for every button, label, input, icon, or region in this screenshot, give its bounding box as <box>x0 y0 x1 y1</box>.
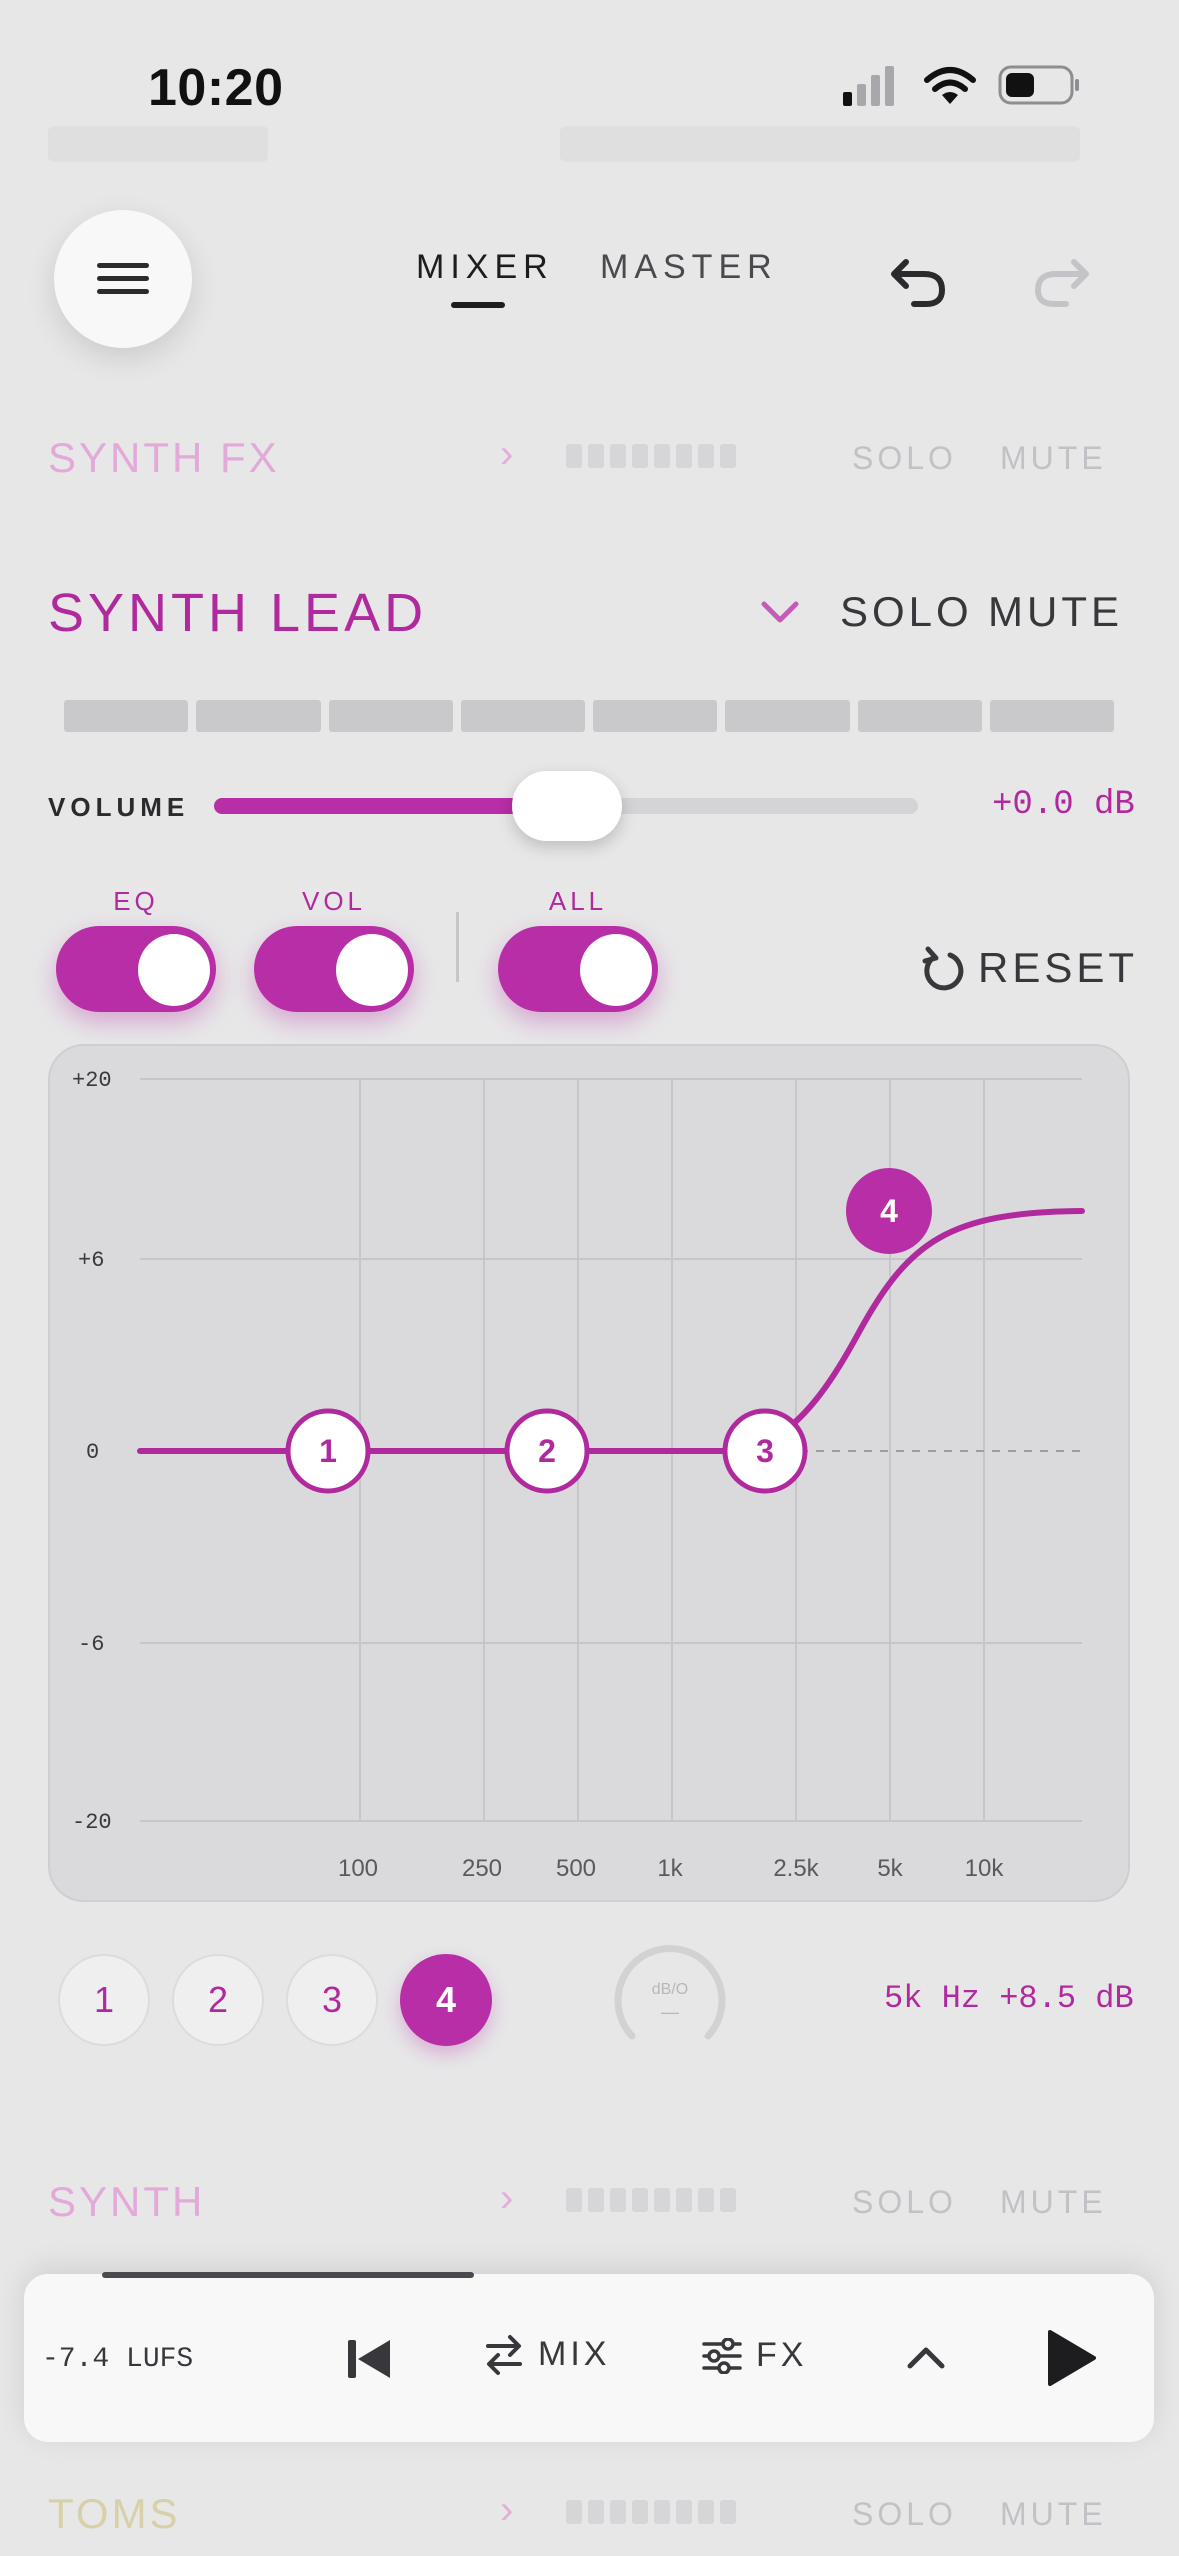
toggle-knob <box>580 934 652 1006</box>
x-tick-label: 100 <box>338 1855 378 1882</box>
divider <box>456 912 459 982</box>
mix-label: MIX <box>538 2334 611 2373</box>
eq-node-label: 2 <box>538 1433 556 1469</box>
vol-toggle[interactable] <box>254 926 414 1012</box>
eq-node-2[interactable]: 2 <box>504 1408 590 1494</box>
swap-icon <box>486 2335 522 2375</box>
reset-icon <box>922 946 964 991</box>
x-tick-label: 5k <box>877 1855 903 1882</box>
hamburger-icon <box>97 263 149 294</box>
eq-graph[interactable]: +20 +6 0 -6 -20 100 250 500 1k 2.5k 5k 1… <box>48 1044 1130 1902</box>
battery-icon <box>998 65 1079 105</box>
eq-curve <box>137 1208 1085 1454</box>
x-tick-label: 2.5k <box>773 1855 819 1882</box>
row-label-toms[interactable]: TOMS <box>48 2490 181 2538</box>
volume-slider-thumb[interactable] <box>512 771 622 841</box>
reset-label: RESET <box>978 944 1139 991</box>
eq-node-4[interactable]: 4 <box>846 1168 932 1254</box>
eq-node-label: 3 <box>756 1433 774 1469</box>
solo-button[interactable]: SOLO <box>852 2496 957 2533</box>
band-button-2[interactable]: 2 <box>172 1954 264 2046</box>
chevron-right-icon[interactable]: › <box>500 2176 513 2221</box>
tab-active-indicator <box>451 302 505 308</box>
all-toggle[interactable] <box>498 926 658 1012</box>
tab-master[interactable]: MASTER <box>600 248 778 287</box>
eq-node-label: 4 <box>880 1193 898 1229</box>
x-tick-label: 250 <box>462 1855 502 1882</box>
solo-button[interactable]: SOLO <box>852 2184 957 2221</box>
ghost-row <box>48 126 268 162</box>
menu-button[interactable] <box>54 210 192 348</box>
y-tick-label: +6 <box>78 1248 104 1273</box>
mute-button[interactable]: MUTE <box>1000 2496 1107 2533</box>
row-label-synth-fx[interactable]: SYNTH FX <box>48 434 280 482</box>
skip-back-icon[interactable] <box>344 2334 394 2384</box>
toggle-knob <box>138 934 210 1006</box>
band-button-4[interactable]: 4 <box>400 1954 492 2046</box>
q-knob[interactable]: dB/O — <box>610 1938 730 2058</box>
solo-button[interactable]: SOLO <box>840 588 973 636</box>
sliders-icon <box>702 2337 742 2374</box>
fx-label: FX <box>756 2336 808 2374</box>
mini-level-meter <box>566 2188 736 2212</box>
band-button-3[interactable]: 3 <box>286 1954 378 2046</box>
mix-button[interactable]: MIX <box>484 2332 610 2376</box>
ghost-row <box>560 126 1080 162</box>
mute-button[interactable]: MUTE <box>988 588 1123 636</box>
eq-node-3[interactable]: 3 <box>722 1408 808 1494</box>
chevron-right-icon[interactable]: › <box>500 432 513 477</box>
solo-button[interactable]: SOLO <box>852 440 957 477</box>
eq-node-label: 1 <box>319 1433 337 1469</box>
chevron-right-icon[interactable]: › <box>500 2488 513 2533</box>
channel-name[interactable]: SYNTH LEAD <box>48 582 427 644</box>
lufs-readout: -7.4 LUFS <box>42 2344 194 2375</box>
mute-button[interactable]: MUTE <box>1000 2184 1107 2221</box>
band-button-1[interactable]: 1 <box>58 1954 150 2046</box>
undo-icon[interactable] <box>884 246 954 316</box>
transport-progress[interactable] <box>102 2272 474 2278</box>
wifi-icon <box>924 67 976 104</box>
mute-button[interactable]: MUTE <box>1000 440 1107 477</box>
status-time: 10:20 <box>148 59 284 117</box>
status-icons <box>843 65 1079 106</box>
tab-mixer[interactable]: MIXER <box>416 248 554 287</box>
eq-toggle[interactable] <box>56 926 216 1012</box>
y-tick-label: -20 <box>72 1810 112 1835</box>
volume-label: VOLUME <box>48 792 190 822</box>
eq-node-1[interactable]: 1 <box>285 1408 371 1494</box>
x-tick-label: 500 <box>556 1855 596 1882</box>
fx-button[interactable]: FX <box>702 2336 807 2375</box>
mini-level-meter <box>566 2500 736 2524</box>
chevron-down-icon[interactable] <box>758 592 802 632</box>
reset-button[interactable]: RESET <box>920 944 1138 992</box>
toggle-label-vol: VOL <box>301 886 367 916</box>
volume-value: +0.0 dB <box>992 786 1135 824</box>
band-readout: 5k Hz +8.5 dB <box>884 1980 1134 2017</box>
x-tick-label: 1k <box>657 1855 683 1882</box>
y-tick-label: 0 <box>86 1440 99 1465</box>
level-meter <box>64 700 1114 732</box>
mini-level-meter <box>566 444 736 468</box>
y-tick-label: +20 <box>72 1068 112 1093</box>
row-label-synth[interactable]: SYNTH <box>48 2178 205 2226</box>
signal-icon <box>843 66 894 106</box>
q-knob-value: — <box>661 2002 679 2022</box>
play-icon[interactable] <box>1042 2328 1098 2388</box>
toggle-label-eq: EQ <box>113 886 159 916</box>
x-tick-label: 10k <box>965 1855 1005 1882</box>
chevron-up-icon[interactable] <box>904 2342 948 2372</box>
toggle-knob <box>336 934 408 1006</box>
redo-icon[interactable] <box>1026 246 1096 316</box>
y-tick-label: -6 <box>78 1632 104 1657</box>
q-knob-label: dB/O <box>652 1981 688 1998</box>
toggle-label-all: ALL <box>548 886 608 916</box>
